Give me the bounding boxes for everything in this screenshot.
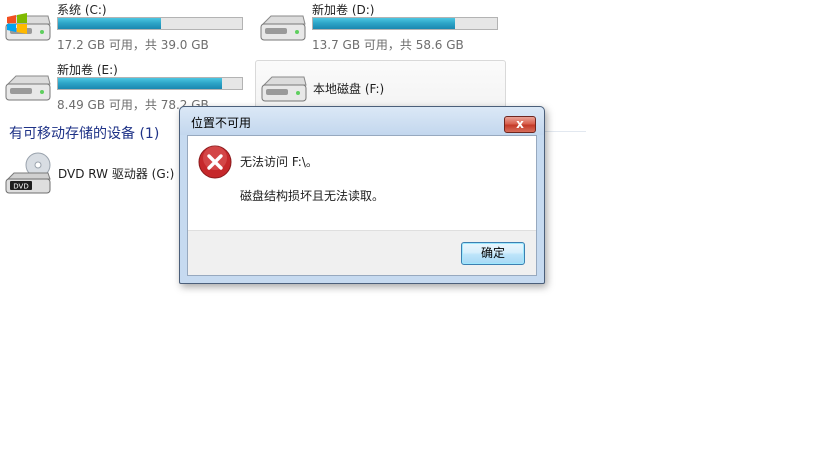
hard-drive-icon <box>261 76 307 102</box>
drive-name: 系统 (C:) <box>57 3 107 17</box>
usage-bar <box>57 17 243 30</box>
dvd-drive-icon[interactable]: DVD <box>4 151 52 197</box>
drive-name: 本地磁盘 (F:) <box>313 82 385 96</box>
group-title: 有可移动存储的设备 (1) <box>9 126 160 142</box>
windows-logo-icon <box>7 13 27 34</box>
drive-free-space: 13.7 GB 可用，共 58.6 GB <box>312 38 464 52</box>
location-unavailable-dialog: 位置不可用 x 无法访问 F:\。 磁盘结构损坏且无法读取。 确定 <box>179 106 545 284</box>
error-message-line2: 磁盘结构损坏且无法读取。 <box>240 189 385 203</box>
usage-bar-fill <box>313 18 455 29</box>
usage-bar-fill <box>58 78 222 89</box>
close-button[interactable]: x <box>504 116 536 133</box>
dvd-drive-name[interactable]: DVD RW 驱动器 (G:) <box>58 165 174 182</box>
drive-d[interactable]: 新加卷 (D:) 13.7 GB 可用，共 58.6 GB <box>255 0 505 54</box>
dialog-button-area: 确定 <box>188 230 536 275</box>
error-message-line1: 无法访问 F:\。 <box>240 155 318 169</box>
dvd-badge: DVD <box>13 183 28 191</box>
usage-bar-fill <box>58 18 162 29</box>
ok-button[interactable]: 确定 <box>461 242 525 265</box>
hard-drive-icon <box>5 75 51 101</box>
hard-drive-icon <box>260 15 306 41</box>
drive-c[interactable]: 系统 (C:) 17.2 GB 可用，共 39.0 GB <box>0 0 250 54</box>
usage-bar <box>57 77 243 90</box>
error-icon <box>198 145 232 179</box>
dialog-content: 无法访问 F:\。 磁盘结构损坏且无法读取。 确定 <box>187 135 537 276</box>
drive-name: 新加卷 (D:) <box>312 3 375 17</box>
dialog-titlebar[interactable]: 位置不可用 x <box>180 107 544 135</box>
dialog-title: 位置不可用 <box>191 116 252 130</box>
drive-name: 新加卷 (E:) <box>57 63 118 77</box>
drive-free-space: 17.2 GB 可用，共 39.0 GB <box>57 38 209 52</box>
usage-bar <box>312 17 498 30</box>
